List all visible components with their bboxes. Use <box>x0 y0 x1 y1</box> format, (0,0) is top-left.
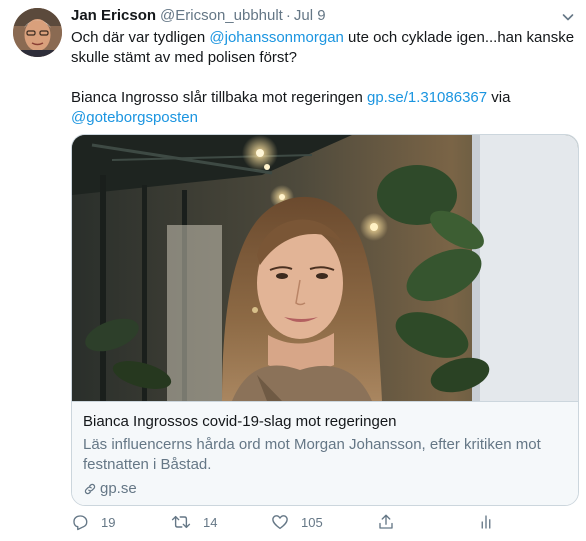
heart-icon <box>272 515 288 530</box>
link-preview-card[interactable]: Bianca Ingrossos covid-19-slag mot reger… <box>71 134 579 506</box>
share-icon <box>379 514 393 529</box>
card-domain-text: gp.se <box>100 480 137 497</box>
avatar-image <box>13 8 62 57</box>
article-link[interactable]: gp.se/1.31086367 <box>367 89 487 106</box>
tweet-content: Jan Ericson @Ericson_ubbhult · Jul 9 Och dä… <box>71 6 579 531</box>
reply-count: 19 <box>101 514 116 530</box>
reply-icon <box>73 515 88 531</box>
avatar[interactable] <box>13 8 62 57</box>
tweet-text: Och där var tydligen @johanssonmorgan ut… <box>71 28 576 128</box>
analytics-icon <box>481 515 491 529</box>
link-icon <box>84 483 96 495</box>
tweet-date[interactable]: Jul 9 <box>294 7 326 24</box>
retweet-button[interactable]: 14 <box>171 513 217 531</box>
card-image[interactable] <box>72 135 578 401</box>
tweet-text-segment: Bianca Ingrosso slår tillbaka mot regeri… <box>71 89 367 106</box>
author-handle[interactable]: @Ericson_ubbhult <box>160 7 283 24</box>
chevron-down-icon[interactable] <box>560 9 576 25</box>
like-count: 105 <box>301 514 323 530</box>
header-separator: · <box>285 7 291 24</box>
tweet-text-segment: Och där var tydligen <box>71 29 210 46</box>
retweet-icon <box>171 515 191 529</box>
card-description: Läs influencerns hårda ord mot Morgan Jo… <box>83 436 541 473</box>
tweet[interactable]: Jan Ericson @Ericson_ubbhult · Jul 9 Och dä… <box>0 0 586 541</box>
mention-johanssonmorgan[interactable]: @johanssonmorgan <box>209 29 343 46</box>
card-body[interactable]: Bianca Ingrossos covid-19-slag mot reger… <box>72 401 578 505</box>
card-title: Bianca Ingrossos covid-19-slag mot reger… <box>83 413 397 430</box>
share-button[interactable] <box>377 513 395 531</box>
tweet-text-segment: via <box>487 89 511 106</box>
card-domain: gp.se <box>83 479 567 499</box>
retweet-count: 14 <box>203 514 218 530</box>
like-button[interactable]: 105 <box>271 513 323 531</box>
tweet-actions: 19 14 105 <box>71 513 576 533</box>
author-name[interactable]: Jan Ericson <box>71 7 156 24</box>
tweet-header: Jan Ericson @Ericson_ubbhult · Jul 9 <box>71 6 576 26</box>
tweet-paragraph-2: Bianca Ingrosso slår tillbaka mot regeri… <box>71 88 576 128</box>
mention-goteborgsposten[interactable]: @goteborgsposten <box>71 109 198 126</box>
tweet-paragraph-1: Och där var tydligen @johanssonmorgan ut… <box>71 28 576 68</box>
analytics-button[interactable] <box>477 513 495 531</box>
reply-button[interactable]: 19 <box>71 513 115 531</box>
card-photo <box>72 135 578 401</box>
